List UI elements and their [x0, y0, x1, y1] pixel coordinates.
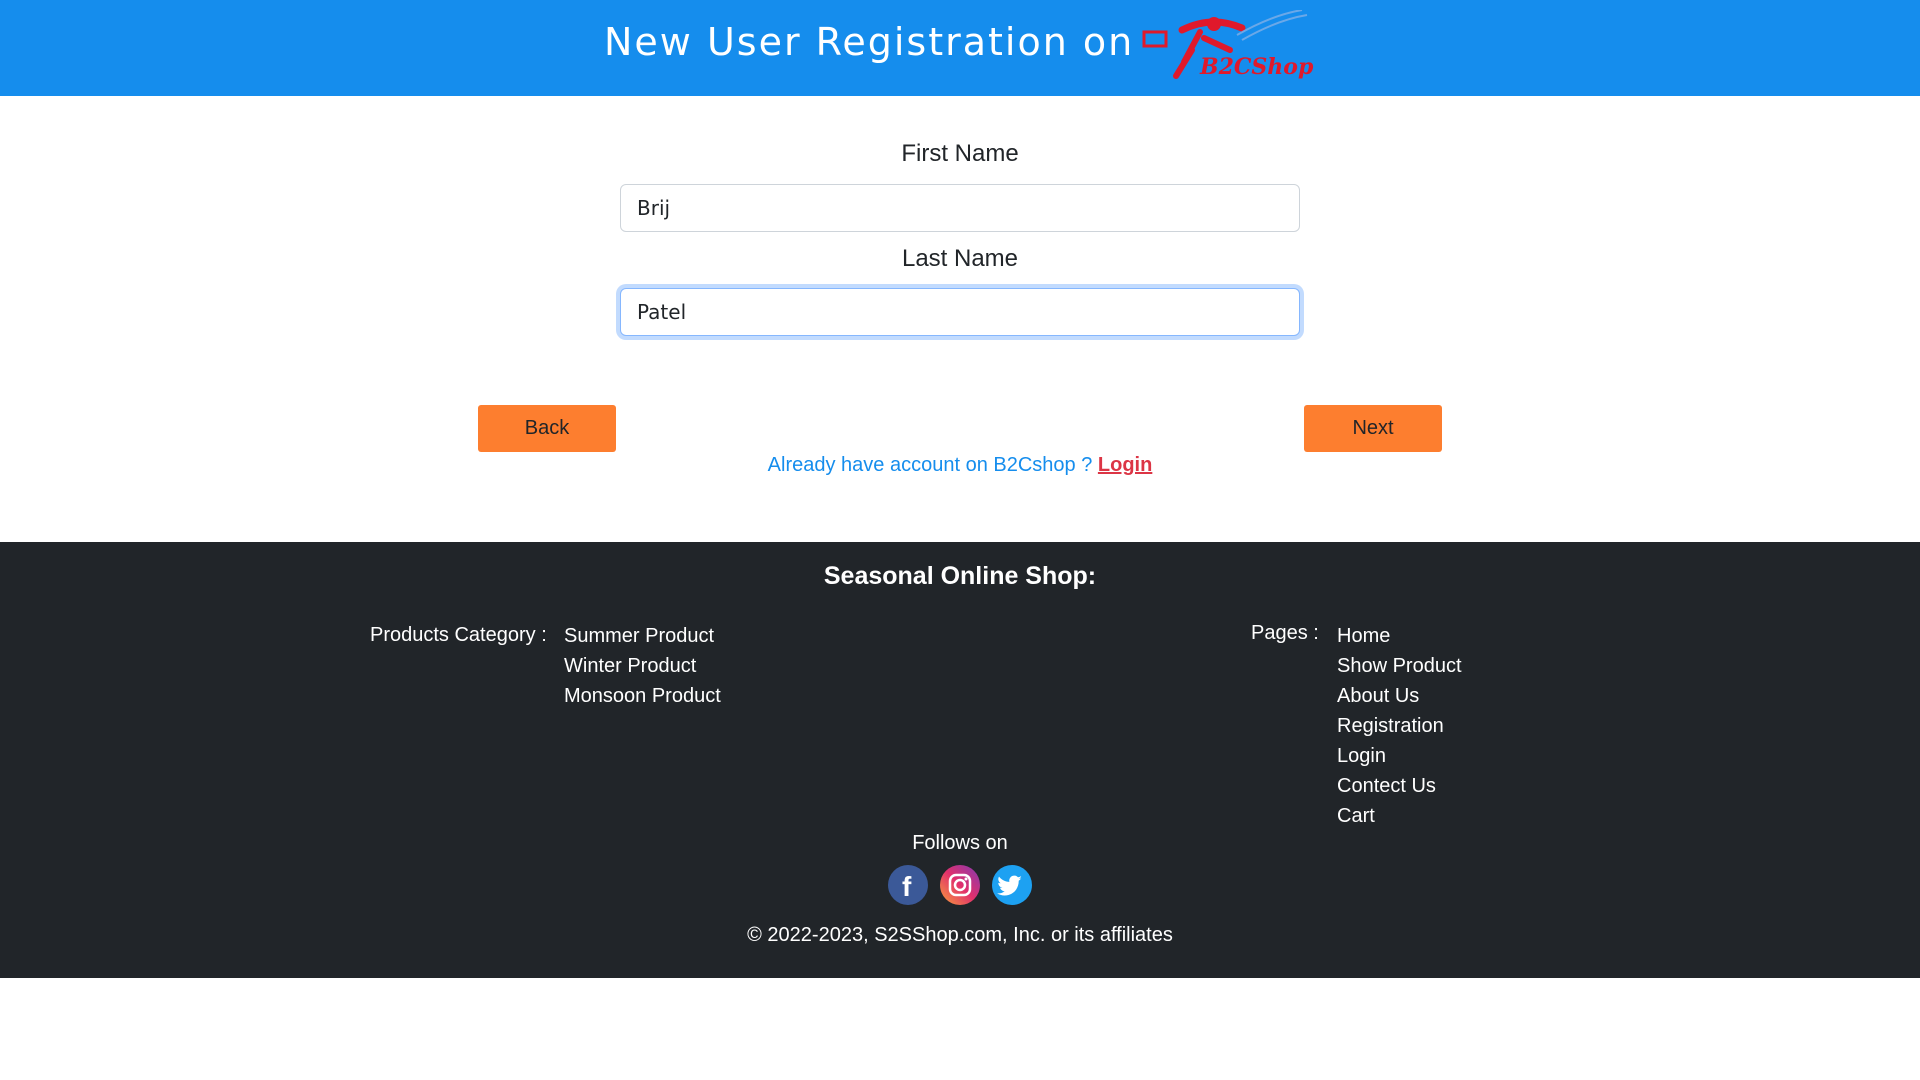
category-link-winter[interactable]: Winter Product — [564, 654, 721, 684]
pages-label: Pages : — [1251, 622, 1319, 644]
first-name-label: First Name — [901, 140, 1019, 167]
next-button[interactable]: Next — [1304, 405, 1442, 452]
last-name-input[interactable] — [620, 288, 1300, 336]
login-prompt-text: Already have account on B2Cshop ? — [767, 454, 1098, 476]
pages-list: Home Show Product About Us Registration … — [1337, 624, 1462, 834]
page-link-contact-us[interactable]: Contect Us — [1337, 774, 1462, 804]
facebook-icon[interactable]: f — [888, 865, 928, 905]
back-button[interactable]: Back — [478, 405, 616, 452]
copyright: © 2022-2023, S2SShop.com, Inc. or its af… — [747, 924, 1173, 946]
twitter-icon[interactable] — [992, 865, 1032, 905]
last-name-label: Last Name — [901, 245, 1019, 272]
category-link-monsoon[interactable]: Monsoon Product — [564, 684, 721, 714]
categories-label: Products Category : — [370, 624, 547, 646]
page-link-about-us[interactable]: About Us — [1337, 684, 1462, 714]
instagram-icon[interactable] — [940, 865, 980, 905]
b2cshop-logo[interactable]: B2CShop — [1142, 10, 1318, 88]
login-prompt: Already have account on B2Cshop ? Login — [0, 454, 1920, 477]
category-link-summer[interactable]: Summer Product — [564, 624, 721, 654]
page-link-show-product[interactable]: Show Product — [1337, 654, 1462, 684]
footer: Seasonal Online Shop: Products Category … — [0, 542, 1920, 978]
svg-text:B2CShop: B2CShop — [1199, 54, 1314, 80]
page-link-registration[interactable]: Registration — [1337, 714, 1462, 744]
categories-list: Summer Product Winter Product Monsoon Pr… — [564, 624, 721, 714]
footer-title: Seasonal Online Shop: — [823, 562, 1097, 590]
login-link[interactable]: Login — [1098, 454, 1152, 476]
page-link-home[interactable]: Home — [1337, 624, 1462, 654]
page-link-login[interactable]: Login — [1337, 744, 1462, 774]
follows-label: Follows on — [912, 832, 1008, 854]
header: New User Registration on B2CShop — [0, 0, 1920, 96]
page-title: New User Registration on — [604, 20, 1135, 64]
first-name-input[interactable] — [620, 184, 1300, 232]
page-link-cart[interactable]: Cart — [1337, 804, 1462, 834]
svg-text:f: f — [902, 871, 912, 902]
social-links: f — [888, 865, 1032, 905]
